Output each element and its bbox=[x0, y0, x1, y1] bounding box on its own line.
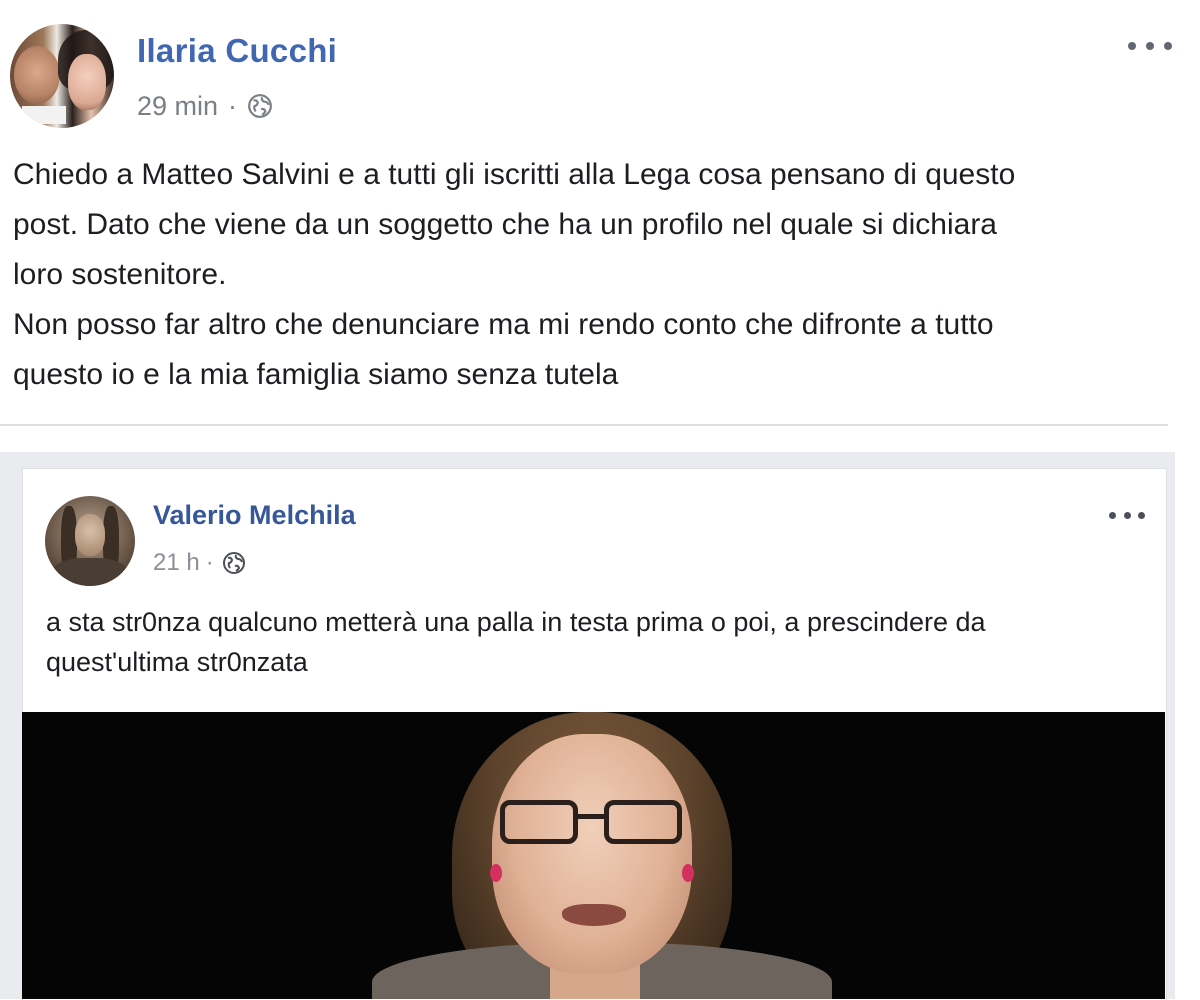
dot-icon bbox=[1123, 511, 1131, 519]
post-text-line: Non posso far altro che denunciare ma mi… bbox=[13, 308, 994, 341]
photo-mouth bbox=[562, 904, 626, 926]
meta-separator: · bbox=[228, 90, 238, 121]
meta-separator: · bbox=[205, 549, 214, 576]
shared-author-avatar[interactable] bbox=[45, 496, 135, 586]
facebook-post: Ilaria Cucchi 29 min · Chiedo a Matteo S… bbox=[0, 0, 1200, 1000]
post-timestamp[interactable]: 29 min bbox=[137, 91, 218, 122]
shared-post-meta: 21 h · bbox=[153, 546, 246, 580]
avatar-face-left bbox=[14, 46, 60, 104]
dot-icon bbox=[1109, 511, 1116, 519]
shared-post-timestamp[interactable]: 21 h bbox=[153, 549, 200, 577]
dot-icon bbox=[1128, 42, 1136, 50]
post-divider bbox=[0, 424, 1168, 426]
shared-text-line: a sta str0nza qualcuno metterà una palla… bbox=[46, 607, 986, 637]
photo-face bbox=[492, 734, 692, 974]
earring-left bbox=[490, 864, 502, 882]
globe-icon[interactable] bbox=[247, 93, 273, 119]
post-text-line: Chiedo a Matteo Salvini e a tutti gli is… bbox=[13, 158, 1016, 191]
dot-icon bbox=[1164, 42, 1172, 50]
shared-post-photo[interactable] bbox=[22, 712, 1165, 999]
shared-post-body-text: a sta str0nza qualcuno metterà una palla… bbox=[46, 602, 1146, 682]
dot-icon bbox=[1146, 42, 1154, 50]
avatar-face bbox=[75, 514, 105, 556]
shared-author-name-link[interactable]: Valerio Melchila bbox=[153, 500, 356, 531]
glasses-bridge bbox=[576, 814, 606, 819]
post-text-line: questo io e la mia famiglia siamo senza … bbox=[13, 358, 619, 391]
more-options-icon[interactable] bbox=[1128, 36, 1172, 56]
shared-text-line: quest'ultima str0nzata bbox=[46, 647, 308, 677]
photo-glasses bbox=[500, 800, 690, 850]
post-body-text: Chiedo a Matteo Salvini e a tutti gli is… bbox=[13, 150, 1183, 400]
post-meta: 29 min · bbox=[137, 88, 273, 124]
dot-icon bbox=[1138, 511, 1145, 519]
glasses-lens-right bbox=[604, 800, 682, 844]
shared-more-options-icon[interactable] bbox=[1109, 509, 1145, 521]
author-avatar[interactable] bbox=[10, 24, 114, 128]
avatar-coat bbox=[51, 558, 129, 586]
earring-right bbox=[682, 864, 694, 882]
post-text-line: loro sostenitore. bbox=[13, 258, 227, 291]
post-text-line: post. Dato che viene da un soggetto che … bbox=[13, 208, 997, 241]
globe-icon[interactable] bbox=[222, 551, 246, 575]
glasses-lens-left bbox=[500, 800, 578, 844]
author-name-link[interactable]: Ilaria Cucchi bbox=[137, 32, 337, 70]
avatar-caption-strip bbox=[22, 106, 66, 124]
avatar-face-right bbox=[68, 54, 106, 110]
